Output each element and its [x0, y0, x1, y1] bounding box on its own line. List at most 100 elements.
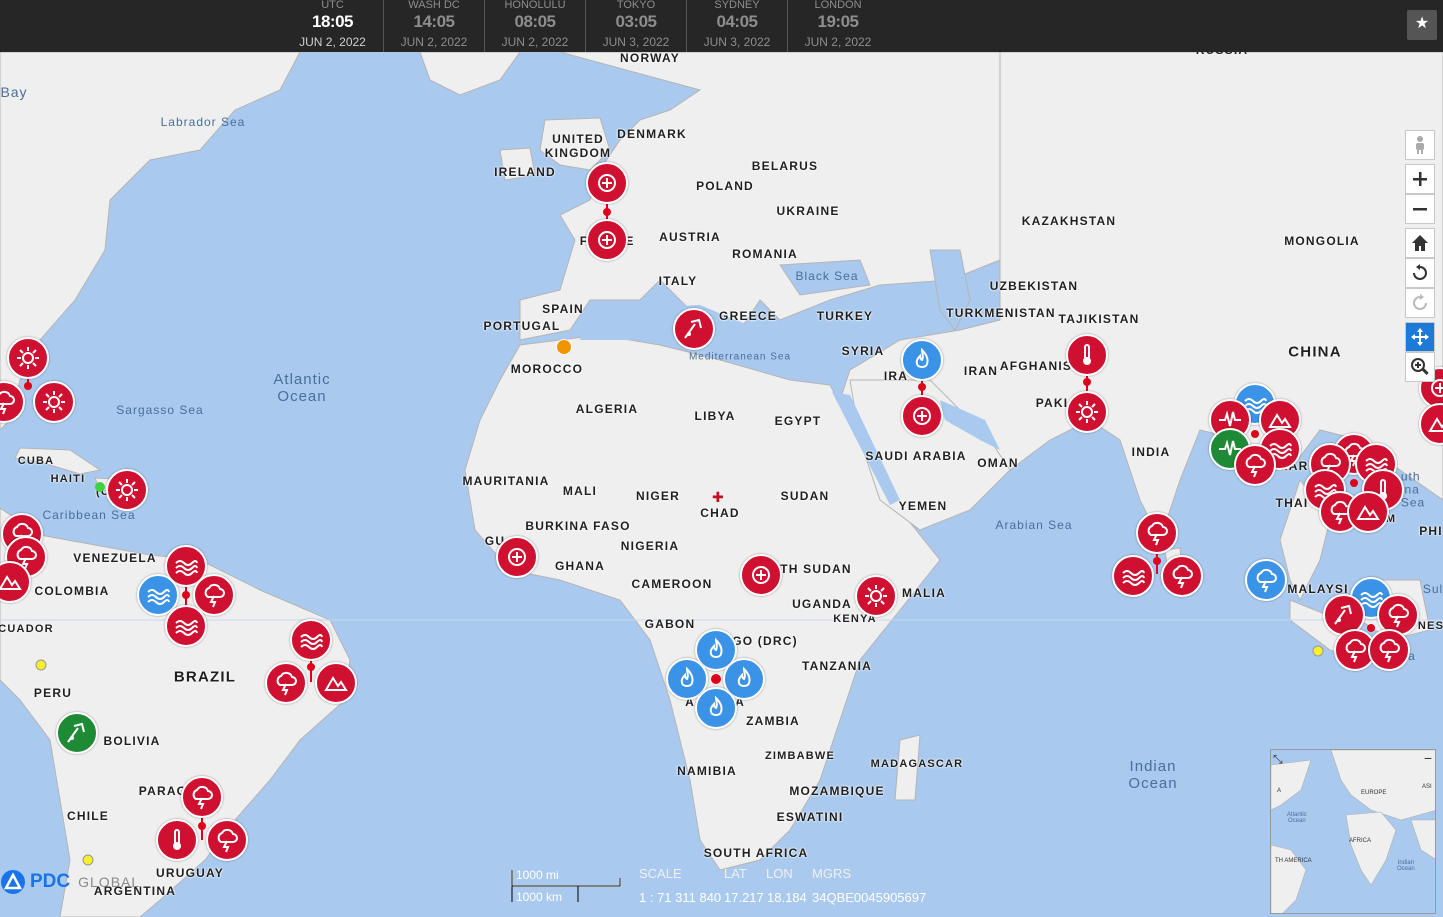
event-dot-yellow[interactable] [35, 659, 47, 671]
hazard-marker-storm[interactable] [1161, 555, 1203, 597]
clock-tokyo: TOKYO 03:05 JUN 3, 2022 [585, 0, 686, 52]
hazard-marker-earthquake[interactable] [673, 308, 715, 350]
biomedical-icon [598, 174, 616, 192]
hazard-marker-biomedical[interactable] [586, 219, 628, 261]
biomedical-icon [508, 548, 526, 566]
pan-tool-button[interactable] [1405, 322, 1435, 352]
hazard-marker-storm[interactable] [265, 662, 307, 704]
label-niger: NIGER [635, 489, 681, 503]
extreme-heat-icon [173, 829, 181, 850]
hazard-marker-flood[interactable] [290, 619, 332, 661]
hazard-marker-storm[interactable] [1368, 629, 1410, 671]
label-sudan: SUDAN [780, 489, 830, 503]
label-south-china-sea: uth ina Sea [1400, 469, 1426, 510]
wildfire-icon [709, 637, 723, 658]
label-portugal: PORTUGAL [483, 319, 561, 333]
label-greece: GREECE [719, 309, 777, 323]
hazard-marker-biomedical[interactable] [740, 554, 782, 596]
undo-view-button[interactable] [1405, 258, 1435, 288]
hazard-marker-extreme-heat[interactable] [1066, 334, 1108, 376]
overview-label-a: A [1277, 788, 1282, 794]
street-view-pegman-icon[interactable] [1405, 130, 1435, 160]
clock-date: JUN 2, 2022 [501, 35, 569, 49]
landmass-north-america [0, 52, 301, 431]
label-yemen: YEMEN [898, 499, 948, 513]
label-morocco: MOROCCO [510, 362, 584, 376]
map-canvas[interactable]: NORWAY RUSSIA UNITED KINGDOM IRELAND DEN… [0, 43, 1443, 917]
flood-icon [1122, 570, 1145, 586]
hazard-marker-sun[interactable] [106, 469, 148, 511]
hazard-marker-landslide[interactable] [315, 662, 357, 704]
hazard-marker-flood[interactable] [1112, 555, 1154, 597]
logo-text: PDC [30, 871, 71, 892]
map-controls [1405, 130, 1435, 386]
hazard-marker-sun[interactable] [855, 575, 897, 617]
pdc-triangle-icon [1, 870, 25, 894]
hazard-marker-wildfire[interactable] [901, 339, 943, 381]
zoom-in-button[interactable] [1405, 164, 1435, 194]
event-dot-yellow[interactable] [82, 854, 94, 866]
event-dot-orange[interactable] [556, 339, 572, 355]
clock-name: SYDNEY [714, 0, 760, 11]
overview-label-europe: EUROPE [1361, 790, 1387, 796]
hazard-marker-sun[interactable] [1066, 391, 1108, 433]
hazard-marker-sun[interactable] [7, 337, 49, 379]
label-mongolia: MONGOLIA [1284, 234, 1360, 248]
label-romania: ROMANIA [732, 247, 798, 261]
plus-icon [1413, 172, 1427, 186]
hazard-marker-storm[interactable] [1136, 512, 1178, 554]
hazard-marker-biomedical[interactable] [496, 536, 538, 578]
hazard-marker-storm[interactable] [1234, 444, 1276, 486]
extreme-heat-icon [1083, 344, 1091, 365]
label-austria: AUSTRIA [659, 230, 721, 244]
hazard-marker-biomedical[interactable] [586, 162, 628, 204]
hazard-marker-storm[interactable] [1245, 559, 1287, 601]
landmass-greenland-edge [419, 52, 521, 96]
clock-name: WASH DC [408, 0, 460, 11]
hazard-marker-storm[interactable] [206, 819, 248, 861]
label-atlantic-ocean: Atlantic Ocean [273, 371, 331, 405]
overview-collapse-button[interactable]: − [1424, 750, 1432, 766]
label-mali: MALI [562, 484, 598, 498]
overview-label-indian: Indian Ocean [1397, 860, 1415, 872]
scale-miles: 1000 mi [516, 868, 559, 882]
label-venezuela: VENEZUELA [73, 551, 157, 565]
overview-label-south-america: TH AMERICA [1275, 858, 1312, 864]
label-pakistan: PAKI [1035, 396, 1069, 410]
hazard-marker-biomedical[interactable] [901, 395, 943, 437]
hazard-marker-extreme-heat[interactable] [156, 819, 198, 861]
zoom-out-button[interactable] [1405, 194, 1435, 224]
minus-icon [1413, 208, 1427, 211]
readout-mgrs-value: 34QBE0045905697 [812, 890, 927, 905]
hazard-marker-storm[interactable] [181, 776, 223, 818]
label-indonesia: NES [1417, 620, 1443, 632]
star-icon: ★ [1414, 15, 1430, 32]
hazard-marker-landslide[interactable] [1347, 491, 1389, 533]
landslide-icon [0, 575, 22, 590]
zoom-box-button[interactable] [1405, 352, 1435, 382]
logo-subtext: GLOBAL [78, 874, 141, 890]
label-belarus: BELARUS [751, 159, 819, 173]
redo-view-button[interactable] [1405, 288, 1435, 318]
wildfire-icon [680, 666, 694, 687]
overview-map[interactable]: ⤡ − EUROPE ASI A Atlantic Ocean AFRICA T… [1270, 749, 1436, 914]
hazard-marker-sun[interactable] [33, 381, 75, 423]
earthquake-icon [67, 722, 85, 743]
label-poland: POLAND [696, 179, 754, 193]
bookmark-button[interactable]: ★ [1407, 10, 1437, 40]
overview-expand-icon[interactable]: ⤡ [1273, 752, 1283, 767]
home-button[interactable] [1405, 228, 1435, 258]
event-dot-yellow[interactable] [1312, 645, 1324, 657]
label-chad: CHAD [700, 506, 740, 520]
landslide-icon [324, 676, 348, 691]
label-iran: IRAN [963, 364, 999, 378]
hazard-marker-wildfire[interactable] [695, 687, 737, 729]
storm-icon [204, 583, 225, 608]
label-south-africa: SOUTH AFRICA [703, 846, 809, 860]
hazard-marker-flood[interactable] [165, 605, 207, 647]
event-dot-green[interactable] [95, 482, 105, 492]
clock-date: JUN 3, 2022 [602, 35, 670, 49]
clock-honolulu: HONOLULU 08:05 JUN 2, 2022 [484, 0, 585, 52]
hazard-marker-earthquake[interactable] [56, 712, 98, 754]
label-mauritania: MAURITANIA [462, 474, 550, 488]
